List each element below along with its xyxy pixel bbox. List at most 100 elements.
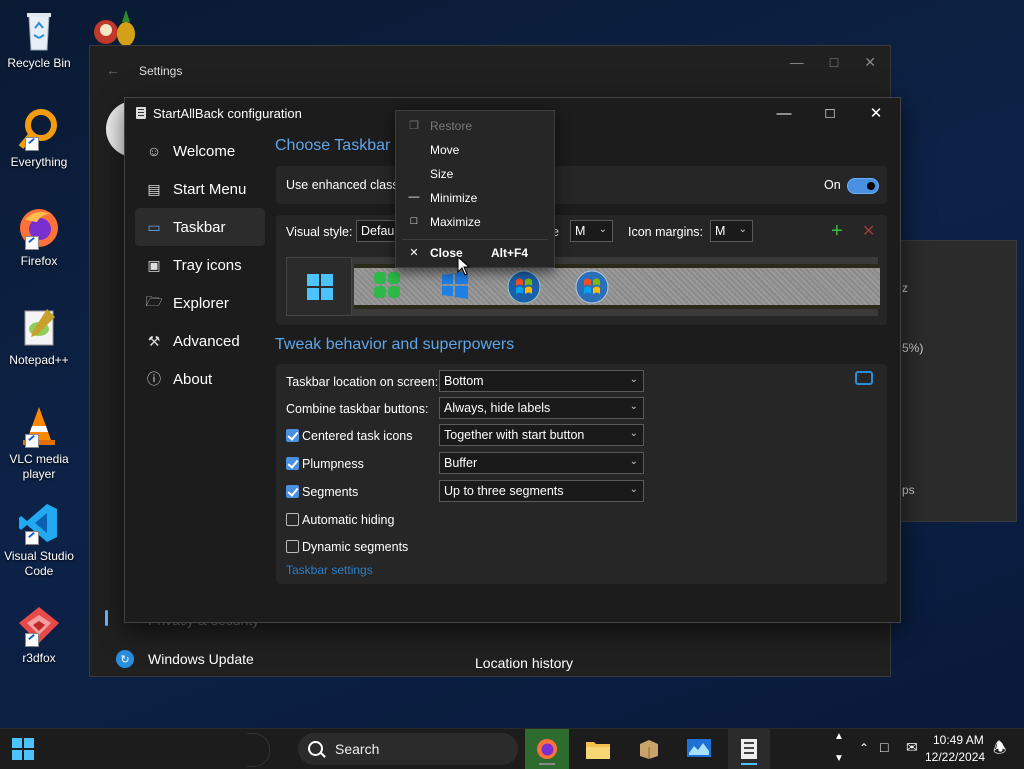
- taskbar-style-preview: [286, 257, 880, 316]
- maximize-button[interactable]: □: [815, 102, 845, 124]
- centered-checkbox[interactable]: [286, 429, 299, 442]
- menu-item-label: Minimize: [430, 191, 478, 205]
- display-icon[interactable]: □: [880, 739, 888, 755]
- menu-item-maximize[interactable]: □ Maximize: [396, 211, 554, 233]
- maximize-icon: □: [410, 215, 418, 227]
- desktop-icon-firefox[interactable]: Firefox: [0, 206, 78, 269]
- plumpness-label: Plumpness: [302, 457, 364, 471]
- menu-item-size[interactable]: Size: [396, 163, 554, 185]
- visual-style-select[interactable]: Defaul: [356, 220, 397, 242]
- shortcut-arrow-icon: [25, 531, 39, 545]
- minimize-button[interactable]: —: [769, 102, 799, 124]
- taskbar-app-monitor[interactable]: [679, 733, 719, 765]
- menu-separator: [402, 239, 548, 240]
- taskbar-app-file-explorer[interactable]: [578, 733, 618, 765]
- start-button[interactable]: [3, 733, 43, 765]
- desktop-icon-fruit[interactable]: [90, 8, 140, 48]
- info-icon: ⓘ: [147, 371, 161, 387]
- menu-item-minimize[interactable]: — Minimize: [396, 187, 554, 209]
- centered-select[interactable]: Together with start button ⌄: [439, 424, 644, 446]
- nav-item-label: Explorer: [173, 294, 229, 312]
- close-icon: ✕: [409, 247, 419, 259]
- video-help-icon[interactable]: [855, 371, 873, 385]
- scroll-down-icon[interactable]: ▼: [834, 753, 844, 764]
- location-select[interactable]: Bottom ⌄: [439, 370, 644, 392]
- r3dfox-icon: [17, 603, 61, 647]
- notification-bell-icon[interactable]: 🕭: [993, 738, 1006, 763]
- nav-item-label: Welcome: [173, 142, 236, 160]
- nav-item-windows-update[interactable]: ↻ Windows Update: [116, 650, 254, 668]
- menu-item-restore[interactable]: ❐ Restore: [396, 115, 554, 137]
- style-option-win11[interactable]: [286, 257, 352, 316]
- windows-logo-icon: [12, 738, 34, 760]
- start-menu-icon: ▤: [147, 180, 161, 197]
- taskbar-app-package[interactable]: [629, 733, 669, 765]
- desktop-icon-notepadpp[interactable]: Notepad++: [0, 305, 78, 368]
- autohide-checkbox[interactable]: [286, 513, 299, 526]
- taskbar-app-firefox[interactable]: [527, 733, 567, 765]
- close-icon[interactable]: ✕: [864, 54, 876, 71]
- startallback-icon: [741, 739, 757, 759]
- menu-item-label: Maximize: [430, 215, 481, 229]
- windows-vista-orb-icon[interactable]: [575, 270, 609, 304]
- nav-item-tray-icons[interactable]: ▣ Tray icons: [135, 246, 265, 284]
- menu-item-move[interactable]: Move: [396, 139, 554, 161]
- scroll-up-icon[interactable]: ▲: [834, 731, 844, 742]
- segments-checkbox[interactable]: [286, 485, 299, 498]
- nav-item-start-menu[interactable]: ▤ Start Menu: [135, 170, 265, 208]
- clock-time[interactable]: 10:49 AM: [933, 733, 984, 747]
- combine-select[interactable]: Always, hide labels ⌄: [439, 397, 644, 419]
- menu-item-close[interactable]: ✕ Close Alt+F4: [396, 242, 554, 264]
- folder-icon: 🗁: [145, 293, 163, 309]
- desktop-icon-everything[interactable]: Everything: [0, 107, 78, 170]
- search-box[interactable]: Search: [298, 733, 518, 765]
- desktop-icon-label: Notepad++: [9, 353, 69, 367]
- enhanced-classic-toggle[interactable]: [847, 178, 879, 194]
- desktop-icon-r3dfox[interactable]: r3dfox: [0, 603, 78, 666]
- nav-item-advanced[interactable]: ⚒ Advanced: [135, 322, 265, 360]
- taskbar-app-startallback[interactable]: [729, 733, 769, 765]
- nav-item-taskbar[interactable]: ▭ Taskbar: [135, 208, 265, 246]
- add-icon[interactable]: +: [831, 220, 843, 243]
- dynamic-segments-checkbox[interactable]: [286, 540, 299, 553]
- nav-item-about[interactable]: ⓘ About: [135, 360, 265, 398]
- firefox-icon: [537, 739, 557, 759]
- taskbar-settings-link[interactable]: Taskbar settings: [286, 563, 373, 577]
- nav-item-welcome[interactable]: ☺ Welcome: [135, 132, 265, 170]
- icon-margins-select[interactable]: M ⌄: [710, 220, 753, 242]
- windows7-orb-icon[interactable]: [507, 270, 541, 304]
- back-arrow-icon[interactable]: ←: [106, 62, 120, 78]
- shortcut-arrow-icon: [25, 434, 39, 448]
- enhanced-classic-label: Use enhanced classic: [286, 178, 408, 192]
- section-title-taskbar-style: Choose Taskbar s: [275, 137, 403, 154]
- nav-item-label: Taskbar: [173, 218, 226, 236]
- shortcut-arrow-icon: [25, 633, 39, 647]
- nav-item-label: Advanced: [173, 332, 240, 350]
- clock-date[interactable]: 12/22/2024: [925, 750, 985, 764]
- desktop-icon-label: Firefox: [20, 254, 58, 268]
- plumpness-select[interactable]: Buffer ⌄: [439, 452, 644, 474]
- maximize-icon[interactable]: □: [830, 54, 838, 71]
- mouse-cursor-icon: [457, 256, 471, 276]
- desktop-icon-label: Everything: [10, 155, 68, 169]
- enhanced-classic-row: Use enhanced classic On: [276, 166, 887, 204]
- settings-side-panel: z 5%) ps: [900, 240, 1017, 522]
- close-shortcut: Alt+F4: [491, 246, 529, 260]
- network-icon[interactable]: ✉: [906, 739, 918, 756]
- update-icon: ↻: [116, 650, 134, 668]
- desktop-icon-vscode[interactable]: Visual Studio Code: [0, 501, 78, 579]
- plumpness-checkbox[interactable]: [286, 457, 299, 470]
- desktop-icon-vlc[interactable]: VLC media player: [0, 404, 78, 482]
- desktop-icon-label: r3dfox: [22, 651, 56, 665]
- menu-item-label: Restore: [430, 119, 473, 133]
- segments-select[interactable]: Up to three segments ⌄: [439, 480, 644, 502]
- nav-item-explorer[interactable]: 🗁 Explorer: [135, 284, 265, 322]
- windows8-logo-icon[interactable]: [372, 270, 402, 300]
- size-select[interactable]: M ⌄: [570, 220, 613, 242]
- desktop-icon-recycle-bin[interactable]: Recycle Bin: [0, 8, 78, 71]
- minimize-icon[interactable]: —: [790, 54, 804, 71]
- chevron-up-icon[interactable]: ⌃: [859, 741, 869, 755]
- app-icon: [136, 107, 146, 119]
- close-button[interactable]: ✕: [861, 102, 891, 124]
- remove-icon[interactable]: ✕: [862, 221, 875, 241]
